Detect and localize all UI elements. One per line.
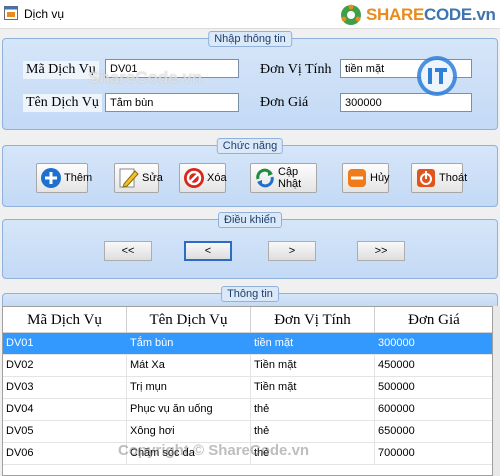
column-header-gia[interactable]: Đơn Giá bbox=[375, 307, 492, 333]
table-row[interactable]: DV02 Mát Xa Tiền mặt 450000 bbox=[3, 355, 492, 377]
function-panel: Chức năng Thêm Sửa Xóa Cập Nhật Hủy Thoá… bbox=[2, 138, 498, 207]
cap-nhat-button[interactable]: Cập Nhật bbox=[250, 163, 317, 193]
thoat-label: Thoát bbox=[439, 172, 468, 184]
cell-dvt: Tiền mặt bbox=[251, 355, 375, 376]
sua-label: Sửa bbox=[142, 172, 163, 184]
huy-label: Hủy bbox=[370, 172, 390, 184]
cap-nhat-label: Cập Nhật bbox=[278, 166, 302, 190]
huy-button[interactable]: Hủy bbox=[342, 163, 390, 193]
cell-gia: 500000 bbox=[375, 377, 492, 398]
cell-gia: 650000 bbox=[375, 421, 492, 442]
cell-dvt: thẻ bbox=[251, 399, 375, 420]
thoat-button[interactable]: Thoát bbox=[411, 163, 467, 193]
don-vi-tinh-label: Đơn Vị Tính bbox=[260, 62, 332, 77]
title-bar: Dịch vụ SHARECODE.vn bbox=[0, 0, 500, 29]
cell-ten: Trị mụn bbox=[127, 377, 251, 398]
cell-ma: DV05 bbox=[3, 421, 127, 442]
ten-dich-vu-input[interactable] bbox=[105, 93, 239, 112]
cell-ma: DV04 bbox=[3, 399, 127, 420]
cancel-icon bbox=[348, 169, 366, 187]
table-row[interactable]: DV03 Trị mụn Tiền mặt 500000 bbox=[3, 377, 492, 399]
next-record-button[interactable]: > bbox=[268, 241, 316, 261]
table-row[interactable]: DV05 Xông hơi thẻ 650000 bbox=[3, 421, 492, 443]
them-label: Thêm bbox=[64, 172, 93, 184]
table-row[interactable]: DV01 Tắm bùn tiền mặt 300000 bbox=[3, 333, 492, 355]
add-icon bbox=[41, 168, 61, 188]
cell-dvt: tiền mặt bbox=[251, 333, 375, 354]
cell-gia: 300000 bbox=[375, 333, 492, 354]
watermark-center: ShareCode.vn bbox=[88, 68, 203, 87]
refresh-icon bbox=[256, 168, 274, 188]
cell-ma: DV02 bbox=[3, 355, 127, 376]
xoa-button[interactable]: Xóa bbox=[179, 163, 227, 193]
watermark-bottom: Copyright © ShareCode.vn bbox=[118, 442, 310, 459]
brand-logo: SHARECODE.vn bbox=[340, 4, 496, 26]
app-icon bbox=[4, 6, 18, 20]
delete-icon bbox=[184, 168, 204, 188]
function-panel-legend: Chức năng bbox=[216, 138, 284, 154]
cell-ma: DV03 bbox=[3, 377, 127, 398]
table-row[interactable]: DV04 Phục vụ ăn uống thẻ 600000 bbox=[3, 399, 492, 421]
cell-ma: DV01 bbox=[3, 333, 127, 354]
cell-gia: 450000 bbox=[375, 355, 492, 376]
it-logo-icon bbox=[417, 56, 457, 96]
ten-dich-vu-label: Tên Dịch Vụ bbox=[23, 94, 102, 112]
cell-ten: Tắm bùn bbox=[127, 333, 251, 354]
don-gia-label: Đơn Giá bbox=[260, 95, 309, 110]
last-record-button[interactable]: >> bbox=[357, 241, 405, 261]
edit-icon bbox=[119, 168, 139, 188]
previous-record-button[interactable]: < bbox=[184, 241, 232, 261]
cell-gia: 600000 bbox=[375, 399, 492, 420]
input-panel-legend: Nhập thông tin bbox=[208, 31, 292, 47]
column-header-ten[interactable]: Tên Dịch Vụ bbox=[127, 307, 251, 333]
first-record-button[interactable]: << bbox=[104, 241, 152, 261]
cell-ten: Mát Xa bbox=[127, 355, 251, 376]
brand-text: SHARECODE.vn bbox=[366, 5, 496, 24]
cell-ten: Phục vụ ăn uống bbox=[127, 399, 251, 420]
cell-ma: DV06 bbox=[3, 443, 127, 464]
xoa-label: Xóa bbox=[207, 172, 227, 184]
table-scrollbar[interactable] bbox=[493, 306, 500, 476]
column-header-dvt[interactable]: Đơn Vị Tính bbox=[251, 307, 375, 333]
control-panel-legend: Điều khiển bbox=[218, 212, 282, 228]
sua-button[interactable]: Sửa bbox=[114, 163, 163, 193]
cell-gia: 700000 bbox=[375, 443, 492, 464]
info-panel: Thông tin bbox=[2, 286, 498, 307]
cell-dvt: thẻ bbox=[251, 421, 375, 442]
window-title: Dịch vụ bbox=[24, 7, 65, 21]
column-header-ma[interactable]: Mã Dịch Vụ bbox=[3, 307, 127, 333]
control-panel: Điều khiển << < > >> bbox=[2, 212, 498, 279]
cell-dvt: Tiền mặt bbox=[251, 377, 375, 398]
them-button[interactable]: Thêm bbox=[36, 163, 92, 193]
cell-ten: Xông hơi bbox=[127, 421, 251, 442]
exit-icon bbox=[417, 169, 435, 187]
sharecode-logo-icon bbox=[341, 4, 361, 25]
info-panel-legend: Thông tin bbox=[221, 286, 279, 302]
